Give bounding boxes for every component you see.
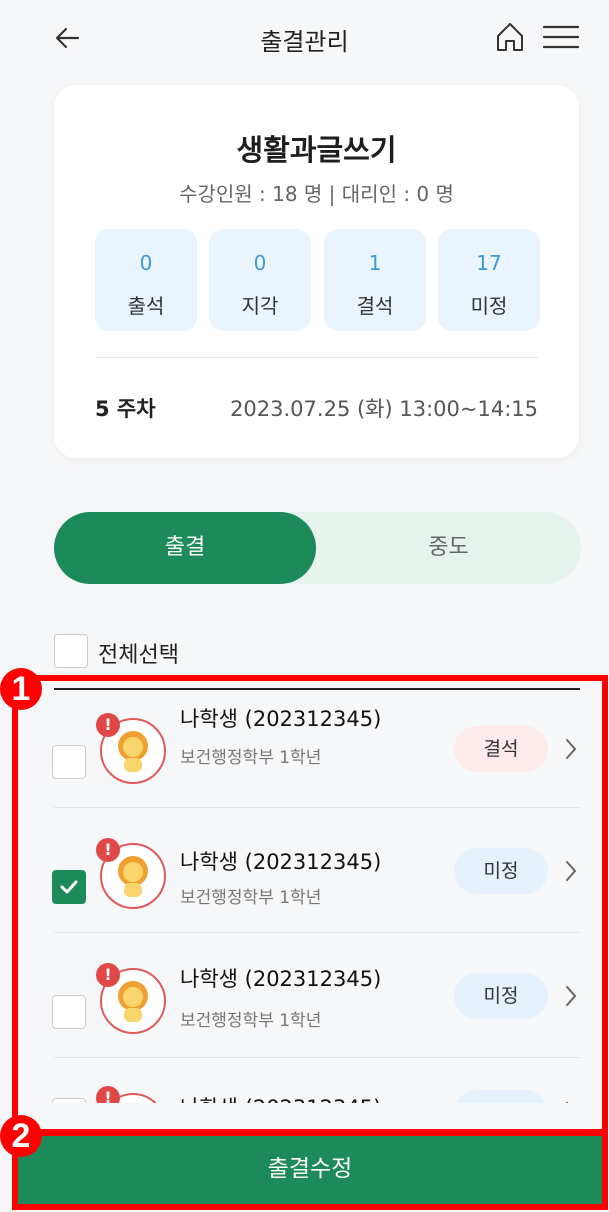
class-datetime: 2023.07.25 (화) 13:00~14:15 — [230, 397, 538, 421]
hamburger-menu-icon[interactable] — [540, 20, 582, 54]
attendance-tab-switch: 출결 중도 — [54, 512, 581, 584]
edit-attendance-button[interactable]: 출결수정 — [12, 1130, 608, 1210]
student-name: 나학생 (202312345) — [180, 1092, 381, 1103]
list-item[interactable]: ! 나학생 (202312345) 보건행정학부 1학년 미정 — [14, 933, 609, 1058]
stat-label: 미정 — [470, 294, 508, 318]
annotation-marker-1: 1 — [0, 668, 42, 710]
week-label: 5 주차 — [95, 397, 156, 421]
chevron-right-icon[interactable] — [564, 984, 578, 1008]
stat-absent: 1 결석 — [324, 229, 426, 331]
student-checkbox[interactable] — [52, 870, 86, 904]
alert-icon: ! — [96, 1086, 120, 1103]
student-name: 나학생 (202312345) — [180, 850, 382, 874]
student-name: 나학생 (202312345) — [180, 967, 382, 991]
chevron-right-icon[interactable] — [564, 859, 578, 883]
attendance-stats: 0 출석 0 지각 1 결석 17 미정 — [95, 229, 540, 331]
alert-icon: ! — [96, 963, 120, 987]
course-name: 생활과글쓰기 — [236, 133, 397, 167]
stat-value: 0 — [139, 251, 153, 275]
select-all-checkbox[interactable] — [54, 634, 88, 668]
chevron-right-icon[interactable] — [564, 1100, 578, 1103]
home-icon[interactable] — [494, 20, 526, 54]
chevron-right-icon[interactable] — [564, 737, 578, 761]
app-header: 출결관리 — [0, 0, 609, 80]
stat-value: 1 — [368, 251, 382, 275]
status-badge: 미정 — [454, 973, 548, 1019]
student-dept: 보건행정학부 1학년 — [180, 888, 322, 908]
student-list: ! 나학생 (202312345) 보건행정학부 1학년 결석 ! 나학생 (2… — [14, 673, 609, 1103]
status-badge: 결석 — [454, 726, 548, 772]
stat-value: 17 — [476, 251, 502, 275]
tab-dropout[interactable]: 중도 — [316, 512, 581, 584]
stat-undetermined: 17 미정 — [438, 229, 540, 331]
alert-icon: ! — [96, 713, 120, 737]
stat-present: 0 출석 — [95, 229, 197, 331]
student-checkbox[interactable] — [52, 1098, 86, 1103]
enrollment-info: 수강인원 : 18 명 | 대리인 : 0 명 — [179, 182, 454, 206]
student-dept: 보건행정학부 1학년 — [180, 748, 322, 768]
stat-label: 출석 — [127, 294, 165, 318]
alert-icon: ! — [96, 838, 120, 862]
stat-value: 0 — [253, 251, 267, 275]
annotation-marker-2: 2 — [0, 1115, 42, 1157]
stat-late: 0 지각 — [209, 229, 311, 331]
student-name: 나학생 (202312345) — [180, 707, 382, 731]
card-divider — [95, 357, 538, 358]
student-dept: 보건행정학부 1학년 — [180, 1011, 322, 1031]
status-badge: 미정 — [454, 848, 548, 894]
course-summary-card: 생활과글쓰기 수강인원 : 18 명 | 대리인 : 0 명 0 출석 0 지각… — [54, 85, 579, 458]
list-item[interactable]: ! 나학생 (202312345) 보건행정학부 1학년 미정 — [14, 808, 609, 933]
list-item[interactable]: ! 나학생 (202312345) 미정 — [14, 1058, 609, 1103]
list-item[interactable]: ! 나학생 (202312345) 보건행정학부 1학년 결석 — [14, 683, 609, 808]
stat-label: 지각 — [241, 294, 279, 318]
student-checkbox[interactable] — [52, 745, 86, 779]
student-checkbox[interactable] — [52, 995, 86, 1029]
check-icon — [60, 880, 78, 894]
stat-label: 결석 — [356, 294, 394, 318]
select-all-label: 전체선택 — [98, 643, 179, 668]
tab-attendance[interactable]: 출결 — [54, 512, 316, 584]
status-badge: 미정 — [454, 1090, 548, 1103]
